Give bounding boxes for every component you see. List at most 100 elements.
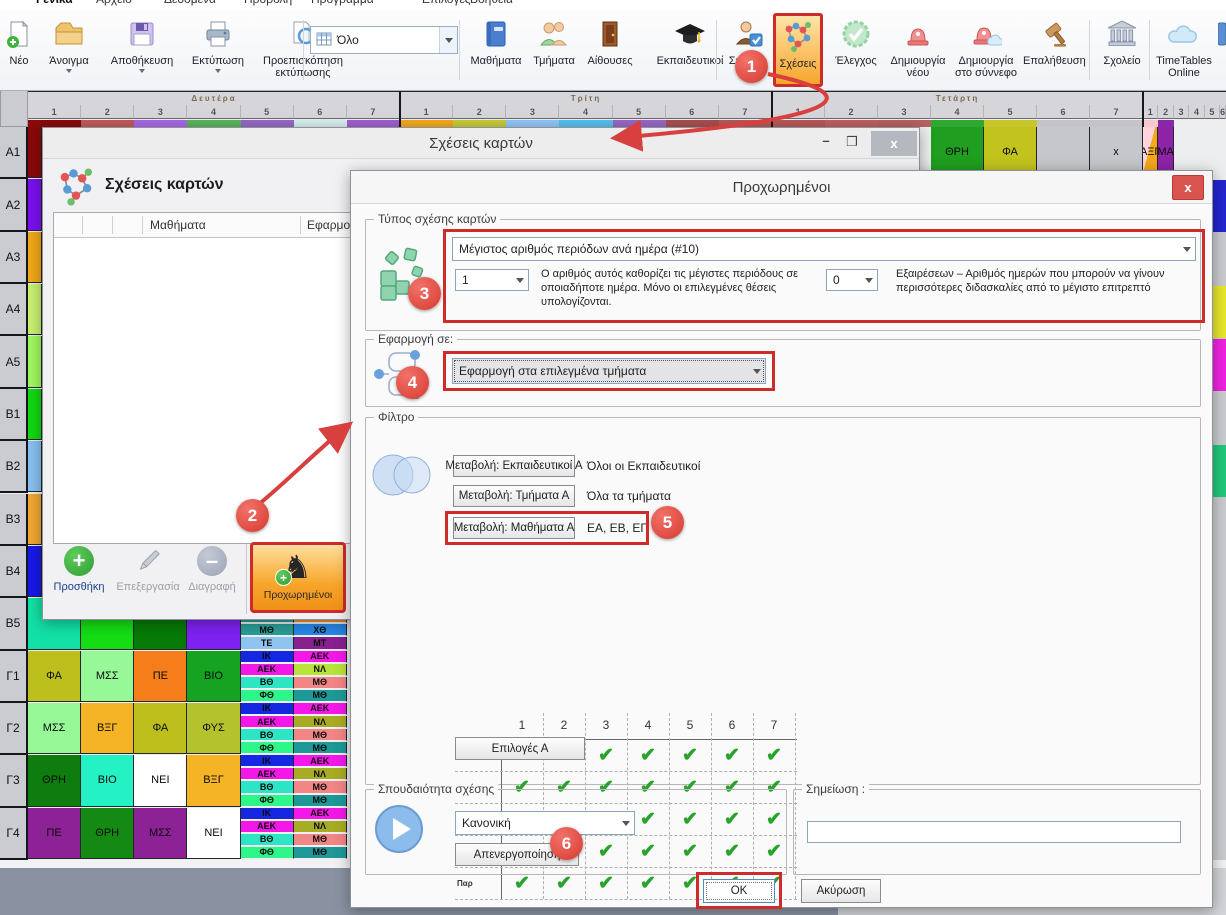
timetable-mini-cell[interactable]: ΜΤ: [294, 637, 347, 649]
grid-check-cell[interactable]: ✔: [753, 739, 795, 771]
grid-check-cell[interactable]: ✔: [585, 739, 627, 771]
change-teachers-button[interactable]: Μεταβολή: Εκπαιδευτικοί Α: [453, 455, 575, 477]
timetable-cell[interactable]: ΜΣΣ: [81, 651, 134, 702]
timetable-mini-cell[interactable]: ΙΚ: [241, 651, 294, 663]
row-label[interactable]: A3: [0, 232, 28, 284]
cell-sliver[interactable]: [28, 389, 42, 440]
options-a-button[interactable]: Επιλογές Α: [455, 737, 585, 760]
timetable-mini-cell[interactable]: ΜΘ: [294, 795, 347, 807]
timetable-mini-cell[interactable]: ΑΕΚ: [294, 703, 347, 715]
lessons-button[interactable]: Μαθήματα: [466, 13, 526, 87]
row-label[interactable]: A1: [0, 127, 28, 179]
menu-tab-general[interactable]: Γενικά: [32, 0, 77, 10]
cell-sliver[interactable]: [28, 546, 42, 597]
ok-button[interactable]: OK: [703, 879, 775, 903]
timetable-cell[interactable]: ΒΞΓ: [81, 703, 134, 754]
timetable-mini-cell[interactable]: ΑΕΚ: [241, 768, 294, 780]
cell-sliver[interactable]: [28, 494, 42, 545]
delete-button[interactable]: – Διαγραφή: [181, 540, 243, 621]
advanced-button[interactable]: ♞ + Προχωρημένοι: [250, 542, 346, 613]
menu-tab-program[interactable]: Πρόγραμμα: [307, 0, 378, 10]
timetable-mini-cell[interactable]: ΜΘ: [294, 690, 347, 702]
timetable-cell[interactable]: ΦΥΣ: [187, 703, 240, 754]
new-button[interactable]: Νέο: [2, 13, 36, 87]
print-button[interactable]: Εκτύπωση: [186, 13, 250, 87]
advanced-close-button[interactable]: x: [1172, 175, 1204, 200]
generate-cloud-button[interactable]: Δημιουργία στο σύννεφο: [950, 13, 1022, 87]
timetable-cell[interactable]: ΝΕΙ: [134, 755, 187, 806]
minimize-button[interactable]: –: [815, 130, 837, 152]
row-label[interactable]: B1: [0, 389, 28, 441]
cut-ribbon-button[interactable]: [1218, 13, 1226, 87]
save-button[interactable]: Αποθήκευση: [100, 13, 184, 87]
maximize-button[interactable]: ❒: [841, 131, 863, 153]
timetable-mini-cell[interactable]: ΜΘ: [294, 677, 347, 689]
timetable-mini-cell[interactable]: ΝΛ: [294, 821, 347, 833]
school-button[interactable]: Σχολείο: [1096, 13, 1148, 87]
cell-sliver[interactable]: [28, 336, 42, 387]
timetable-mini-cell[interactable]: ΑΕΚ: [241, 821, 294, 833]
menu-tab-file[interactable]: Αρχείο: [92, 0, 136, 10]
timetable-mini-cell[interactable]: ΧΘ: [294, 624, 347, 636]
timetable-mini-cell[interactable]: ΜΘ: [241, 624, 294, 636]
timetable-mini-cell[interactable]: ΒΘ: [241, 781, 294, 793]
timetable-mini-cell[interactable]: ΑΕΚ: [294, 651, 347, 663]
relations-close-button[interactable]: x: [871, 131, 917, 156]
cancel-button[interactable]: Ακύρωση: [801, 879, 881, 903]
timetable-mini-cell[interactable]: ΦΘ: [241, 690, 294, 702]
timetable-cell[interactable]: ΦΑ: [134, 703, 187, 754]
timetable-mini-cell[interactable]: ΜΘ: [294, 729, 347, 741]
save-dropdown-arrow[interactable]: [139, 69, 145, 73]
edit-button[interactable]: Επεξεργασία: [115, 540, 181, 621]
timetable-mini-cell[interactable]: ΙΚ: [241, 808, 294, 820]
row-label[interactable]: A5: [0, 336, 28, 388]
cell-sliver[interactable]: [28, 179, 42, 230]
cell-sliver[interactable]: [1213, 445, 1226, 497]
timetable-cell[interactable]: ΘΡΗ: [28, 755, 81, 806]
advanced-dialog-titlebar[interactable]: Προχωρημένοι: [351, 171, 1212, 204]
menu-tab-help[interactable]: Βοήθεια: [466, 0, 517, 10]
change-lessons-button[interactable]: Μεταβολή: Μαθήματα Α: [453, 517, 575, 539]
importance-dropdown[interactable]: Κανονική: [455, 811, 635, 835]
timetable-cell[interactable]: ΦΑ: [28, 651, 81, 702]
grid-check-cell[interactable]: ✔: [669, 739, 711, 771]
timetable-cell[interactable]: ΒΙΟ: [187, 651, 240, 702]
timetable-mini-cell[interactable]: ΦΘ: [241, 742, 294, 754]
timetable-cell[interactable]: ΜΣΣ: [28, 703, 81, 754]
cell-sliver[interactable]: [1213, 180, 1226, 232]
timetable-mini-cell[interactable]: ΒΘ: [241, 729, 294, 741]
row-label[interactable]: B5: [0, 598, 28, 650]
timetable-cell[interactable]: ΝΕΙ: [187, 808, 240, 859]
print-dropdown-arrow[interactable]: [215, 69, 221, 73]
timetable-mini-cell[interactable]: ΝΛ: [294, 716, 347, 728]
timetable-mini-cell[interactable]: ΜΘ: [294, 834, 347, 846]
grid-check-cell[interactable]: ✔: [711, 739, 753, 771]
timetable-mini-cell[interactable]: ΑΕΚ: [241, 716, 294, 728]
timetable-cell[interactable]: ΒΙΟ: [81, 755, 134, 806]
verify-button[interactable]: Επαλήθευση: [1022, 13, 1086, 87]
timetable-mini-cell[interactable]: ΜΘ: [294, 742, 347, 754]
type-dropdown[interactable]: Μέγιστος αριθμός περιόδων ανά ημέρα (#10…: [452, 237, 1196, 261]
timetable-cell[interactable]: ΠΕ: [28, 808, 81, 859]
relations-window-titlebar[interactable]: Σχέσεις καρτών: [43, 128, 919, 159]
apply-dropdown[interactable]: Εφαρμογή στα επιλεγμένα τμήματα: [452, 358, 766, 384]
timetable-mini-cell[interactable]: ΒΘ: [241, 677, 294, 689]
open-button[interactable]: Άνοιγμα: [40, 13, 98, 87]
change-classes-button[interactable]: Μεταβολή: Τμήματα Α: [453, 485, 575, 507]
row-label[interactable]: B2: [0, 441, 28, 493]
check-button[interactable]: Έλεγχος: [827, 13, 885, 87]
cell-sliver[interactable]: [28, 232, 42, 283]
classes-button[interactable]: Τμήματα: [527, 13, 581, 87]
relations-button[interactable]: Σχέσεις: [773, 13, 823, 87]
timetable-mini-cell[interactable]: ΝΛ: [294, 768, 347, 780]
note-input[interactable]: [807, 821, 1181, 843]
timetable-cell[interactable]: ΘΡΗ: [81, 808, 134, 859]
row-label[interactable]: Γ4: [0, 808, 28, 860]
timetable-mini-cell[interactable]: ΤΕ: [241, 637, 294, 649]
cell-sliver[interactable]: [1213, 339, 1226, 391]
cell-sliver[interactable]: [1213, 286, 1226, 338]
timetable-mini-cell[interactable]: ΜΘ: [294, 781, 347, 793]
timetable-cell[interactable]: ΒΞΓ: [187, 755, 240, 806]
timetable-mini-cell[interactable]: ΙΚ: [241, 703, 294, 715]
generate-new-button[interactable]: Δημιουργία νέου: [886, 13, 950, 87]
